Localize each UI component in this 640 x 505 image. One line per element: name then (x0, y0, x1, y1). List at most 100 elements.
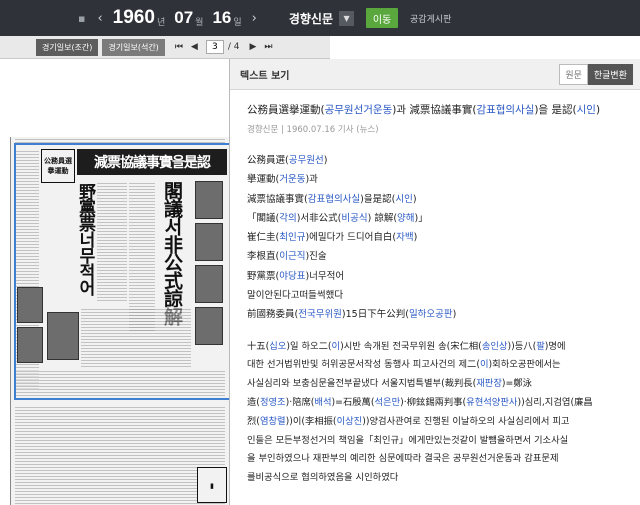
body-line-text: )·柳鉉錫兩判事( (400, 397, 467, 409)
body-line-reading: 배석 (314, 397, 332, 409)
body-line-text: 를비공식으로 협의하였음을 시인하였다 (247, 472, 399, 484)
page-total: / 4 (227, 42, 240, 52)
title-line-text: 擧運動( (247, 174, 280, 186)
title-line-text: )너무적어 (305, 270, 345, 282)
newspaper-page-image[interactable]: 公務員選擧運動 減票協議事實을是認 野黨票너무적어 閣議서非公式諒解 ▮ (10, 137, 229, 505)
title-line: 말이안된다고떠들썩했다 (247, 286, 640, 305)
title-line-text: ) 諒解( (367, 212, 398, 224)
title-line-text: 崔仁圭( (247, 232, 280, 244)
notice-board-link[interactable]: 공감게시판 (410, 12, 451, 25)
first-page-icon[interactable]: ⏮ (175, 42, 183, 52)
body-line-text: ))등八( (507, 340, 537, 352)
body-line: 대한 선거법위반및 허위공문서작성 동행사 피고사건의 제二(이)회하오공판에서… (247, 356, 627, 375)
headline-text: )과 減票協議事實( (392, 104, 477, 116)
title-line-text: )」 (414, 212, 428, 224)
title-line-text: 野黨票( (247, 270, 280, 282)
title-line-reading: 거운동 (279, 174, 306, 186)
title-line-reading: 이근직 (279, 251, 306, 263)
tab-korean[interactable]: 한글변환 (587, 63, 633, 85)
go-button[interactable]: 이동 (366, 8, 399, 28)
body-line-text: )·陪席( (285, 397, 315, 409)
body-line-text: )=石殷萬( (331, 397, 375, 409)
selected-article-highlight[interactable] (14, 143, 229, 400)
title-line: 李根直(이근직)진술 (247, 247, 640, 266)
headline-reading: 시인 (576, 104, 596, 116)
title-line-reading: 야당표 (279, 270, 306, 282)
tab-original[interactable]: 원문 (559, 63, 588, 85)
title-line-reading: 감표협의사실 (307, 193, 361, 205)
body-line-reading: 팔 (536, 340, 545, 352)
body-line-text: 十五( (247, 340, 270, 352)
prev-page-icon[interactable]: ◀ (191, 42, 198, 52)
body-line-text: ))심리,지검엽(廉昌 (517, 397, 593, 409)
day-value[interactable]: 16 (212, 8, 231, 28)
title-line-text: ) (323, 155, 328, 166)
advertisement-box: ▮ (197, 467, 227, 503)
headline-reading: 감표협의사실 (476, 104, 535, 116)
newspaper-viewer[interactable]: 公務員選擧運動 減票協議事實을是認 野黨票너무적어 閣議서非公式諒解 ▮ (0, 59, 230, 505)
headline-text: 公務員選擧運動( (247, 104, 325, 116)
article-body: 十五(십오)일 하오二(이)시반 속개된 전국무위원 송(宋仁相(송인상))등八… (247, 338, 627, 488)
title-line-text: 말이안된다고떠들썩했다 (247, 290, 344, 302)
title-line: 「閣議(각의)서非公式(비공식) 諒解(양해)」 (247, 209, 640, 228)
body-line-text: 사실심리와 보충심문을전부끝냈다 서울지법특별부(裁判長( (247, 378, 477, 390)
page-number-input[interactable]: 3 (205, 40, 224, 54)
text-view-tabs: 원문 한글변환 (559, 63, 633, 85)
title-line-text: 減票協議事實( (247, 193, 308, 205)
title-line-reading: 전국무위원 (298, 309, 342, 321)
title-line-text: )15日下午公判( (341, 309, 409, 321)
month-value[interactable]: 07 (174, 8, 193, 28)
body-line-text: )=鄭泳 (501, 378, 532, 390)
body-line-reading: 이 (479, 359, 489, 371)
date-icon: ▪ (78, 11, 86, 25)
text-view-panel: 텍스트 보기 원문 한글변환 公務員選擧運動(공무원선거운동)과 減票協議事實(… (230, 59, 640, 505)
body-line-text: )일 하오二( (286, 340, 332, 352)
body-line: 인들은 모든부정선거의 책임을「최인규」에게만있는것같이 발뺌을하면서 기소사실 (247, 432, 627, 451)
title-line-text: 李根直( (247, 251, 280, 263)
body-line-reading: 송인상 (481, 340, 508, 352)
title-line-text: 前國務委員( (247, 309, 299, 321)
body-line-reading: 정영조 (259, 397, 286, 409)
body-line-reading: 석은만 (374, 397, 401, 409)
edition-tab-morning[interactable]: 경기일보(조간) (36, 38, 99, 56)
body-line-text: 烈( (247, 415, 260, 427)
title-line: 擧運動(거운동)과 (247, 170, 640, 189)
text-view-title: 텍스트 보기 (240, 70, 290, 82)
title-line-text: )을是認( (360, 193, 396, 205)
body-line: 를비공식으로 협의하였음을 시인하였다 (247, 469, 627, 488)
title-line-text: ) (413, 232, 418, 244)
title-line-reading: 시인 (395, 193, 413, 205)
prev-date-button[interactable]: ‹ (97, 11, 102, 26)
title-line-text: )과 (305, 174, 318, 186)
body-line: 을 부인하였으나 재판부의 예리한 심문에따라 결국은 공무원선거운동과 감표문… (247, 450, 627, 469)
day-unit: 일 (233, 17, 242, 28)
title-line: 前國務委員(전국무위원)15日下午公判(일하오공판) (247, 305, 640, 324)
newspaper-select[interactable]: 경향신문 (289, 10, 333, 27)
body-line-text: 造( (247, 397, 260, 409)
title-line-text: )진술 (305, 251, 327, 263)
edition-tab-evening[interactable]: 경기일보(석간) (102, 38, 165, 56)
article-headline: 公務員選擧運動(공무원선거운동)과 減票協議事實(감표협의사실)을 是認(시인) (247, 103, 640, 117)
title-line-reading: 비공식 (341, 212, 368, 224)
body-line: 造(정영조)·陪席(배석)=石殷萬(석은만)·柳鉉錫兩判事(유현석양판사))심리… (247, 394, 627, 413)
title-line-text: 公務員選( (247, 155, 289, 166)
viewer-toolbar: 경기일보(조간) 경기일보(석간) ⏮ ◀ 3 / 4 ▶ ⏭ (0, 36, 330, 59)
body-line-text: ))양검사관여로 진행된 이날하오의 사실심리에서 피고 (362, 415, 570, 427)
next-date-button[interactable]: › (252, 11, 257, 26)
top-navigation-bar: ▪ ‹ 1960 년 07 월 16 일 › 경향신문 ▼ 이동 공감게시판 (0, 0, 640, 36)
chevron-down-icon[interactable]: ▼ (339, 10, 355, 26)
body-line-text: )명에 (544, 340, 566, 352)
body-line: 烈(염창렬))이(李相振(이상진))양검사관여로 진행된 이날하오의 사실심리에… (247, 413, 627, 432)
article-meta: 경향신문 | 1960.07.16 기사 (뉴스) (247, 125, 379, 135)
body-line-reading: 유현석양판사 (466, 397, 518, 409)
text-column (15, 405, 225, 505)
year-value[interactable]: 1960 (113, 7, 155, 29)
title-line-reading: 각의 (279, 212, 297, 224)
headline-text: )을 是認( (534, 104, 577, 116)
body-line-reading: 십오 (269, 340, 287, 352)
headline-reading: 공무원선거운동 (324, 104, 393, 116)
title-line-text: )서非公式( (296, 212, 342, 224)
title-line-text: 「閣議( (247, 212, 280, 224)
next-page-icon[interactable]: ▶ (249, 42, 256, 52)
last-page-icon[interactable]: ⏭ (264, 42, 272, 52)
